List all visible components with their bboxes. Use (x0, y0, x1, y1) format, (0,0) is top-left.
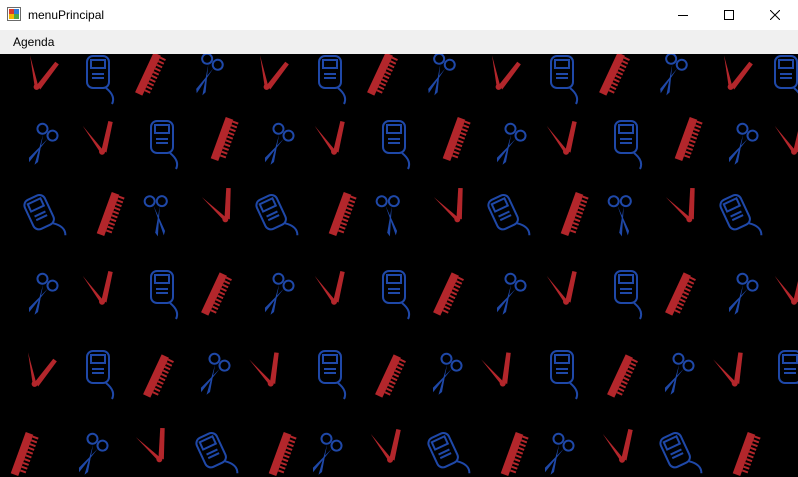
title-bar[interactable]: menuPrincipal (0, 0, 798, 30)
minimize-button[interactable] (660, 0, 706, 30)
menu-bar: Agenda (0, 30, 798, 54)
barber-pattern-background (9, 54, 798, 477)
form-icon (7, 7, 21, 21)
close-icon (770, 10, 780, 20)
menu-item-agenda[interactable]: Agenda (7, 34, 60, 50)
minimize-icon (678, 15, 688, 16)
window-title: menuPrincipal (28, 8, 105, 22)
barber-tools-pattern (9, 54, 798, 477)
maximize-button[interactable] (706, 0, 752, 30)
close-button[interactable] (752, 0, 798, 30)
main-area (0, 54, 798, 477)
maximize-icon (724, 10, 734, 20)
